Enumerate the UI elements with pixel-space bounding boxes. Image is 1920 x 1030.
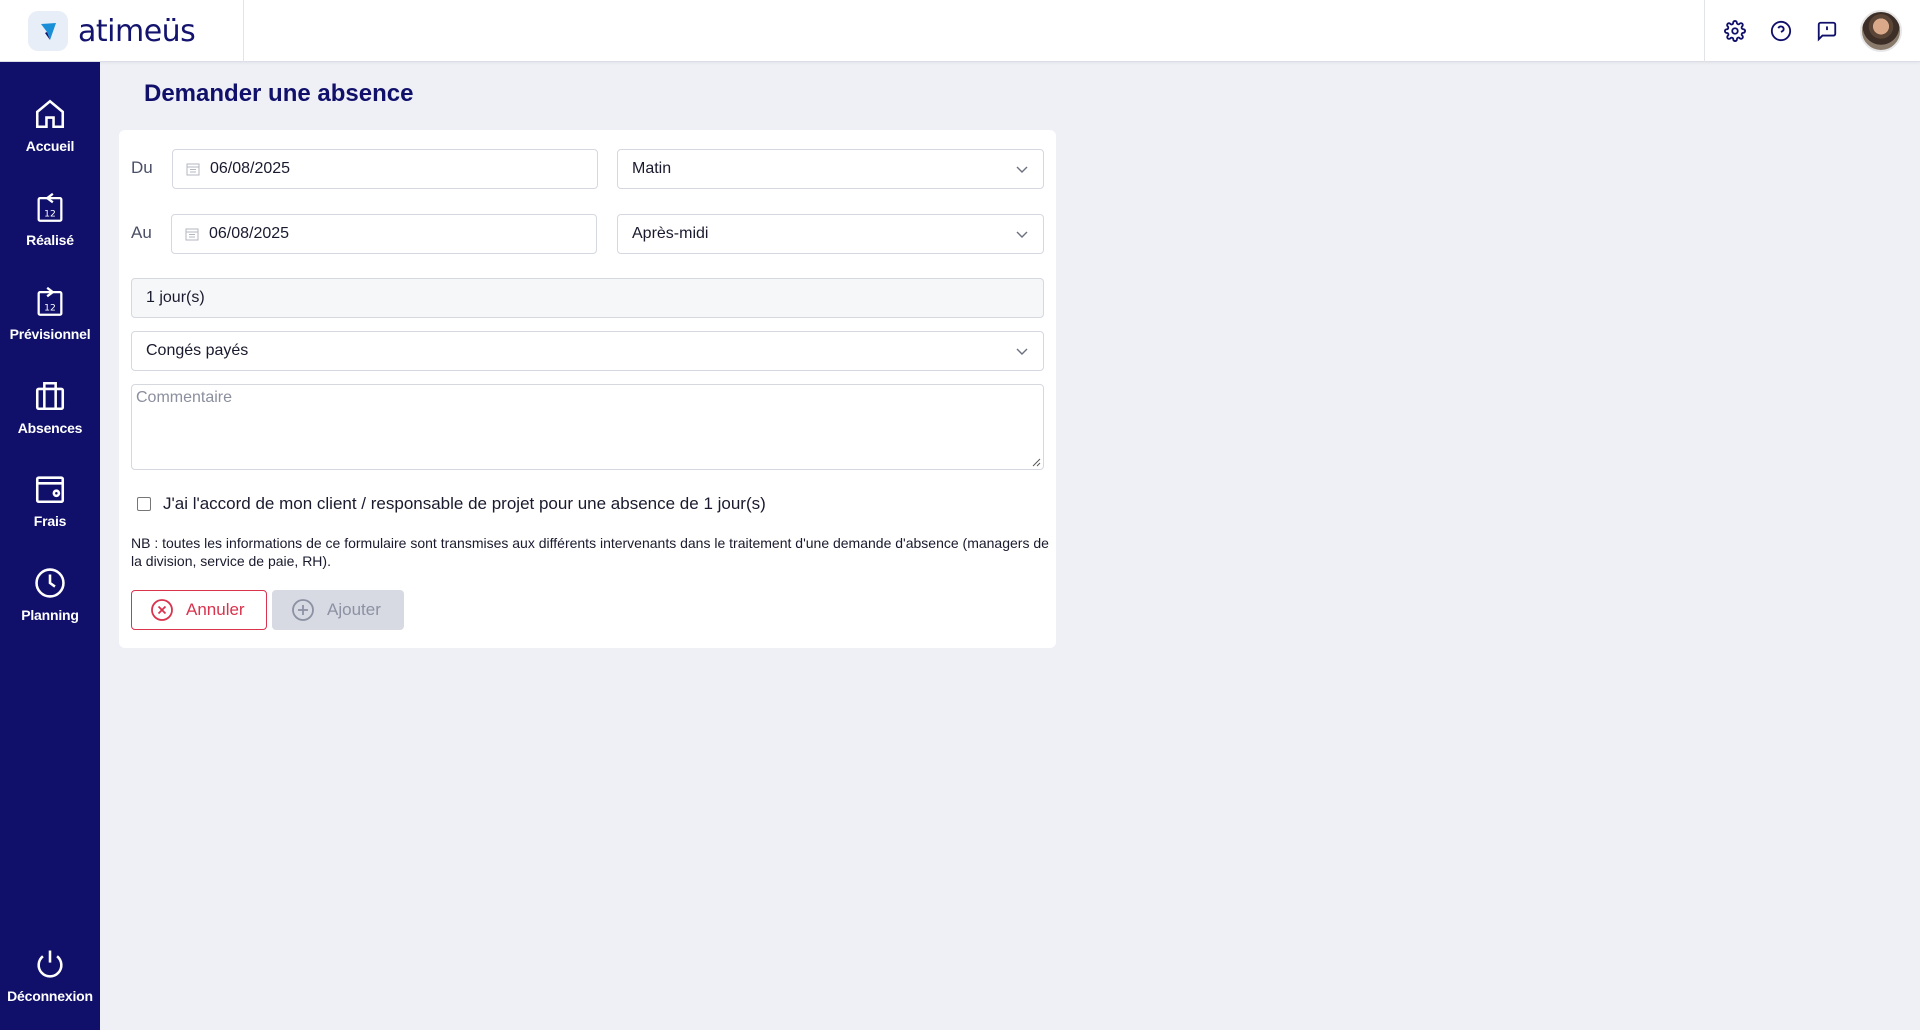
sidebar-item-planning[interactable]: Planning — [0, 566, 100, 646]
sidebar: Accueil 12 Réalisé 12 Prévisionnel Absen… — [0, 62, 100, 1030]
logo-mark-icon — [28, 11, 68, 51]
calendar-back-icon: 12 — [37, 192, 63, 222]
svg-text:12: 12 — [44, 303, 56, 314]
sidebar-item-label: Réalisé — [26, 232, 74, 248]
duration-field: 1 jour(s) — [131, 278, 1044, 318]
chevron-down-icon — [1016, 231, 1028, 238]
add-button[interactable]: Ajouter — [272, 590, 404, 630]
absence-type-select[interactable]: Congés payés — [131, 331, 1044, 371]
sidebar-item-label: Frais — [33, 513, 67, 529]
sidebar-item-realise[interactable]: 12 Réalisé — [0, 191, 100, 271]
close-circle-icon — [151, 599, 173, 621]
power-icon — [37, 950, 63, 978]
logout-label: Déconnexion — [7, 988, 93, 1004]
agreement-label[interactable]: J'ai l'accord de mon client / responsabl… — [163, 494, 766, 514]
sidebar-item-label: Prévisionnel — [9, 326, 91, 342]
sidebar-item-frais[interactable]: Frais — [0, 472, 100, 552]
to-date-field[interactable]: 06/08/2025 — [171, 214, 597, 254]
agreement-checkbox[interactable] — [137, 497, 151, 511]
add-label: Ajouter — [327, 600, 381, 619]
from-period-select[interactable]: Matin — [617, 149, 1044, 189]
chevron-down-icon — [1016, 166, 1028, 173]
agreement-row: J'ai l'accord de mon client / responsabl… — [137, 494, 766, 514]
sidebar-item-absences[interactable]: Absences — [0, 379, 100, 459]
sidebar-item-label: Accueil — [25, 138, 75, 154]
from-period-value: Matin — [632, 160, 672, 177]
feedback-icon[interactable] — [1814, 18, 1840, 44]
resize-handle-icon[interactable] — [1031, 457, 1041, 467]
comment-placeholder: Commentaire — [136, 389, 233, 406]
suitcase-icon — [35, 381, 65, 411]
plus-circle-icon — [292, 599, 314, 621]
gear-icon[interactable] — [1722, 18, 1748, 44]
duration-value: 1 jour(s) — [146, 289, 205, 306]
logo[interactable]: atimeüs — [0, 0, 244, 62]
header-actions — [1704, 0, 1920, 62]
nb-notice: NB : toutes les informations de ce formu… — [131, 535, 1049, 569]
cancel-label: Annuler — [186, 600, 245, 619]
calendar-forward-icon: 12 — [37, 286, 63, 316]
svg-text:12: 12 — [44, 209, 56, 220]
clock-icon — [35, 568, 65, 598]
sidebar-item-previsionnel[interactable]: 12 Prévisionnel — [0, 285, 100, 365]
to-period-value: Après-midi — [632, 225, 709, 242]
from-date-field[interactable]: 06/08/2025 — [172, 149, 598, 189]
user-avatar[interactable] — [1860, 10, 1902, 52]
logout-button[interactable]: Déconnexion — [0, 947, 100, 1027]
home-icon — [35, 99, 65, 129]
wallet-icon — [35, 476, 65, 504]
from-label: Du — [131, 158, 153, 177]
comment-textarea[interactable]: Commentaire — [131, 384, 1044, 470]
to-period-select[interactable]: Après-midi — [617, 214, 1044, 254]
to-date-value: 06/08/2025 — [209, 225, 290, 242]
cancel-button[interactable]: Annuler — [131, 590, 267, 630]
chevron-down-icon — [1016, 348, 1028, 355]
sidebar-item-label: Absences — [17, 420, 83, 436]
absence-type-value: Congés payés — [146, 342, 249, 359]
logo-text: atimeüs — [78, 13, 196, 49]
calendar-icon — [185, 228, 199, 241]
sidebar-item-accueil[interactable]: Accueil — [0, 97, 100, 177]
from-date-value: 06/08/2025 — [210, 160, 291, 177]
to-label: Au — [131, 223, 152, 242]
help-icon[interactable] — [1768, 18, 1794, 44]
page-title: Demander une absence — [144, 80, 414, 107]
top-header: atimeüs — [0, 0, 1920, 62]
sidebar-item-label: Planning — [21, 607, 79, 623]
absence-form-card: Du 06/08/2025 Matin Au 06/08/2025 Après-… — [119, 130, 1056, 648]
calendar-icon — [186, 163, 200, 176]
